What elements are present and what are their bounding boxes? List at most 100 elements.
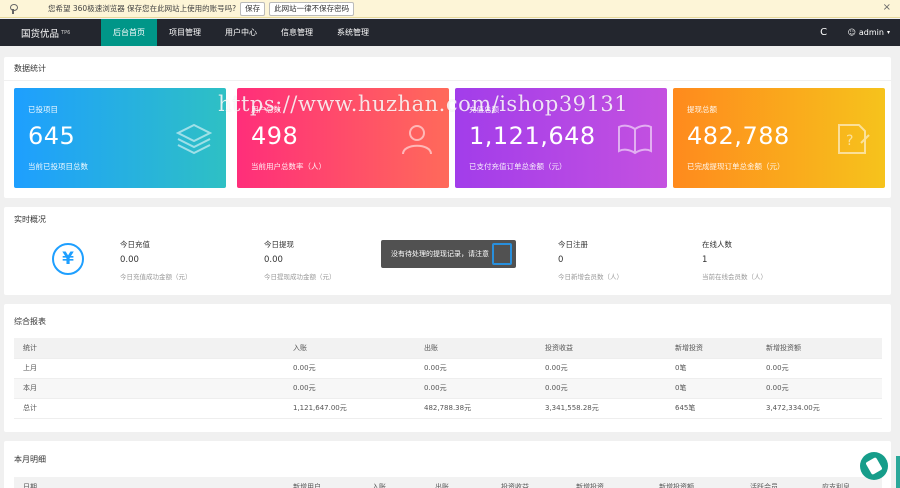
table-cell: 0.00元 bbox=[284, 358, 415, 379]
table-cell: 0.00元 bbox=[284, 378, 415, 399]
user-icon bbox=[402, 125, 432, 155]
table-row: 上月 0.00元 0.00元 0.00元 0笔 0.00元 bbox=[14, 358, 882, 379]
summary-col-header: 投资收益 bbox=[536, 338, 666, 359]
realtime-recharge: 今日充值 0.00 今日充值成功金额（元） bbox=[120, 239, 192, 281]
book-icon bbox=[618, 124, 652, 155]
monthly-col-header: 新增投资 bbox=[567, 477, 650, 488]
main-menu: 后台首页 项目管理 用户中心 信息管理 系统管理 bbox=[101, 19, 381, 46]
monthly-panel-title: 本月明细 bbox=[14, 454, 46, 464]
table-cell: 0.00元 bbox=[757, 358, 882, 379]
brand-name: 国货优品 bbox=[21, 28, 60, 40]
stats-panel: 数据统计 已投项目 645 当前已投项目总数 用户总数 498 当前用户总数率（… bbox=[4, 57, 891, 198]
monthly-col-header: 新增投资额 bbox=[650, 477, 741, 488]
never-save-password-button[interactable]: 此网站一律不保存密码 bbox=[269, 1, 355, 16]
monthly-col-header: 出账 bbox=[426, 477, 492, 488]
realtime-value: 0.00 bbox=[264, 255, 283, 265]
nav-item-home[interactable]: 后台首页 bbox=[101, 19, 157, 46]
stat-card-title: 已投项目 bbox=[28, 105, 58, 114]
floating-action-button[interactable] bbox=[860, 452, 888, 480]
monthly-table: 日期 新增用户 入账 出账 投资收益 新增投资 新增投资额 活跃会员 应支利息 bbox=[14, 477, 882, 488]
monthly-header-row: 日期 新增用户 入账 出账 投资收益 新增投资 新增投资额 活跃会员 应支利息 bbox=[14, 477, 882, 488]
realtime-label: 今日注册 bbox=[558, 240, 588, 249]
stat-card-desc: 已支付充值订单总金额（元） bbox=[469, 162, 567, 171]
realtime-desc: 当前在线会员数（人） bbox=[702, 273, 767, 281]
table-cell: 3,472,334.00元 bbox=[757, 398, 882, 419]
table-cell: 0.00元 bbox=[757, 378, 882, 399]
monthly-col-header: 入账 bbox=[363, 477, 426, 488]
password-save-bar: 您希望 360极速浏览器 保存您在此网站上使用的账号吗? 保存 此网站一律不保存… bbox=[0, 0, 900, 18]
brand-sup: TP6 bbox=[61, 29, 71, 36]
stats-panel-title: 数据统计 bbox=[4, 57, 891, 81]
realtime-value: 0 bbox=[558, 255, 564, 265]
toast-text: 没有待处理的提现记录，请注意 bbox=[391, 250, 489, 258]
close-icon[interactable]: × bbox=[883, 3, 891, 13]
realtime-withdraw: 今日提现 0.00 今日提现成功金额（元） bbox=[264, 239, 336, 281]
refresh-icon[interactable]: C bbox=[812, 27, 836, 38]
monthly-col-header: 日期 bbox=[14, 477, 284, 488]
table-cell: 1,121,647.00元 bbox=[284, 398, 415, 419]
stat-card-title: 提现总额 bbox=[687, 105, 717, 114]
save-password-button[interactable]: 保存 bbox=[240, 1, 266, 16]
realtime-label: 今日提现 bbox=[264, 240, 294, 249]
table-cell: 0.00元 bbox=[415, 378, 536, 399]
realtime-desc: 今日充值成功金额（元） bbox=[120, 273, 192, 281]
table-cell: 3,341,558.28元 bbox=[536, 398, 666, 419]
monthly-panel: 本月明细 日期 新增用户 入账 出账 投资收益 新增投资 新增投资额 活跃会员 … bbox=[4, 441, 891, 488]
key-icon bbox=[8, 3, 18, 14]
stat-card-withdraw[interactable]: 提现总额 482,788 已完成提现订单总金额（元） ? bbox=[673, 88, 885, 188]
nav-right: C ☺ admin ▾ bbox=[812, 19, 900, 46]
table-cell: 482,788.38元 bbox=[415, 398, 536, 419]
yen-icon: ¥ bbox=[52, 243, 84, 275]
summary-table: 统计 入账 出账 投资收益 新增投资 新增投资额 上月 0.00元 0.00元 … bbox=[14, 338, 882, 419]
summary-panel: 综合报表 统计 入账 出账 投资收益 新增投资 新增投资额 上月 0.00元 0… bbox=[4, 304, 891, 432]
top-nav: 国货优品 TP6 后台首页 项目管理 用户中心 信息管理 系统管理 C ☺ adm… bbox=[0, 19, 900, 46]
stat-card-value: 1,121,648 bbox=[469, 122, 596, 150]
realtime-label: 今日充值 bbox=[120, 240, 150, 249]
summary-header-row: 统计 入账 出账 投资收益 新增投资 新增投资额 bbox=[14, 338, 882, 359]
stat-card-value: 645 bbox=[28, 122, 76, 150]
nav-item-projects[interactable]: 项目管理 bbox=[157, 19, 213, 46]
table-cell: 0.00元 bbox=[536, 358, 666, 379]
table-row: 本月 0.00元 0.00元 0.00元 0笔 0.00元 bbox=[14, 378, 882, 399]
help-icon: ? bbox=[838, 124, 870, 154]
password-save-message: 您希望 360极速浏览器 保存您在此网站上使用的账号吗? bbox=[48, 4, 237, 13]
user-icon: ☺ bbox=[847, 28, 856, 37]
table-cell: 上月 bbox=[14, 358, 284, 379]
table-cell: 0笔 bbox=[666, 378, 757, 399]
table-cell: 0.00元 bbox=[415, 358, 536, 379]
summary-col-header: 新增投资额 bbox=[757, 338, 882, 359]
table-cell: 645笔 bbox=[666, 398, 757, 419]
summary-panel-title: 综合报表 bbox=[14, 316, 46, 326]
summary-col-header: 入账 bbox=[284, 338, 415, 359]
summary-col-header: 统计 bbox=[14, 338, 284, 359]
stat-card-desc: 当前用户总数率（人） bbox=[251, 162, 326, 171]
summary-col-header: 出账 bbox=[415, 338, 536, 359]
toast-message: 没有待处理的提现记录，请注意 bbox=[381, 240, 516, 268]
realtime-panel-title: 实时概况 bbox=[14, 214, 46, 224]
realtime-value: 0.00 bbox=[120, 255, 139, 265]
chevron-down-icon: ▾ bbox=[886, 29, 890, 36]
book-icon bbox=[492, 243, 512, 265]
nav-item-info[interactable]: 信息管理 bbox=[269, 19, 325, 46]
realtime-register: 今日注册 0 今日新增会员数（人） bbox=[558, 239, 623, 281]
stat-card-projects[interactable]: 已投项目 645 当前已投项目总数 bbox=[14, 88, 226, 188]
scrollbar[interactable] bbox=[896, 456, 900, 488]
table-cell: 总计 bbox=[14, 398, 284, 419]
monthly-col-header: 活跃会员 bbox=[741, 477, 813, 488]
stat-card-desc: 已完成提现订单总金额（元） bbox=[687, 162, 785, 171]
stat-card-desc: 当前已投项目总数 bbox=[28, 162, 88, 171]
realtime-desc: 今日新增会员数（人） bbox=[558, 273, 623, 281]
table-cell: 0笔 bbox=[666, 358, 757, 379]
user-menu[interactable]: ☺ admin ▾ bbox=[836, 28, 900, 37]
user-name: admin bbox=[858, 28, 884, 37]
nav-item-users[interactable]: 用户中心 bbox=[213, 19, 269, 46]
realtime-label: 在线人数 bbox=[702, 240, 732, 249]
watermark: https://www.huzhan.com/ishop39131 bbox=[218, 92, 629, 116]
realtime-value: 1 bbox=[702, 255, 708, 265]
nav-item-system[interactable]: 系统管理 bbox=[325, 19, 381, 46]
stat-card-value: 482,788 bbox=[687, 122, 790, 150]
brand[interactable]: 国货优品 TP6 bbox=[0, 19, 101, 46]
summary-col-header: 新增投资 bbox=[666, 338, 757, 359]
monthly-col-header: 新增用户 bbox=[284, 477, 363, 488]
stat-card-value: 498 bbox=[251, 122, 299, 150]
